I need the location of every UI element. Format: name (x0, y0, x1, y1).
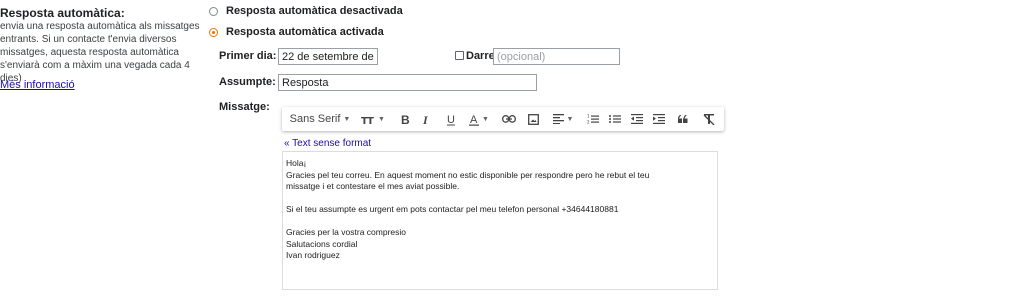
remove-formatting-icon[interactable] (700, 107, 718, 131)
numbered-list-icon[interactable]: 12 (584, 107, 602, 131)
chevron-down-icon: ▼ (343, 115, 351, 123)
message-line: Salutacions cordial (286, 238, 358, 249)
last-day-checkbox[interactable] (455, 51, 464, 60)
svg-text:2: 2 (587, 120, 590, 125)
message-line: Hola¡ (286, 158, 307, 168)
autoreply-description: envia una resposta automàtica als missat… (0, 21, 200, 84)
autoreply-on-option[interactable]: Resposta automàtica activada (209, 24, 384, 40)
bulleted-list-icon[interactable] (606, 107, 624, 131)
svg-text:U: U (447, 114, 455, 126)
message-line: Si el teu assumpte es urgent em pots con… (286, 204, 619, 214)
message-line: Gracies pel teu correu. En aquest moment… (286, 169, 650, 180)
svg-text:I: I (422, 113, 429, 125)
italic-icon[interactable]: I (418, 107, 436, 131)
message-label: Missatge: (219, 101, 270, 113)
image-icon[interactable] (524, 107, 542, 131)
first-day-input[interactable] (278, 48, 378, 65)
formatting-toolbar: Sans Serif ▼ T T ▼ B I U A ▼ ▼ 12 (282, 107, 724, 131)
text-size-icon[interactable]: T T ▼ (360, 107, 386, 131)
svg-text:T: T (367, 116, 374, 125)
radio-off[interactable] (209, 6, 218, 16)
quote-icon[interactable] (674, 107, 692, 131)
autoreply-title: Resposta automàtica: (0, 6, 125, 20)
plain-text-link[interactable]: « Text sense format (284, 138, 371, 149)
indent-more-icon[interactable] (650, 107, 668, 131)
message-line: Ivan rodriguez (286, 250, 340, 260)
autoreply-off-option[interactable]: Resposta automàtica desactivada (209, 3, 403, 19)
message-line (286, 193, 714, 205)
indent-less-icon[interactable] (628, 107, 646, 131)
message-line: Gracies per la vostra compresio (286, 227, 406, 237)
svg-text:1: 1 (587, 114, 590, 119)
autoreply-on-label: Resposta automàtica activada (226, 26, 384, 38)
align-icon[interactable]: ▼ (550, 107, 576, 131)
bold-icon[interactable]: B (396, 107, 414, 131)
subject-label: Assumpte: (219, 76, 276, 88)
message-line (286, 216, 714, 228)
message-editor[interactable]: Hola¡ Gracies pel teu correu. En aquest … (282, 151, 718, 290)
subject-input[interactable] (278, 74, 537, 91)
underline-icon[interactable]: U (442, 107, 460, 131)
link-icon[interactable] (500, 107, 518, 131)
svg-text:B: B (401, 113, 410, 125)
radio-on[interactable] (209, 27, 218, 37)
last-day-input[interactable] (493, 48, 620, 65)
autoreply-off-label: Resposta automàtica desactivada (226, 5, 403, 17)
learn-more-link[interactable]: Més informació (0, 79, 75, 91)
message-line: missatge i et contestare el mes aviat po… (286, 181, 460, 191)
text-color-icon[interactable]: A ▼ (466, 107, 492, 131)
first-day-label: Primer dia: (219, 50, 277, 62)
font-family-value: Sans Serif (289, 113, 341, 125)
svg-text:A: A (470, 114, 478, 126)
font-family-select[interactable]: Sans Serif ▼ (288, 107, 352, 131)
